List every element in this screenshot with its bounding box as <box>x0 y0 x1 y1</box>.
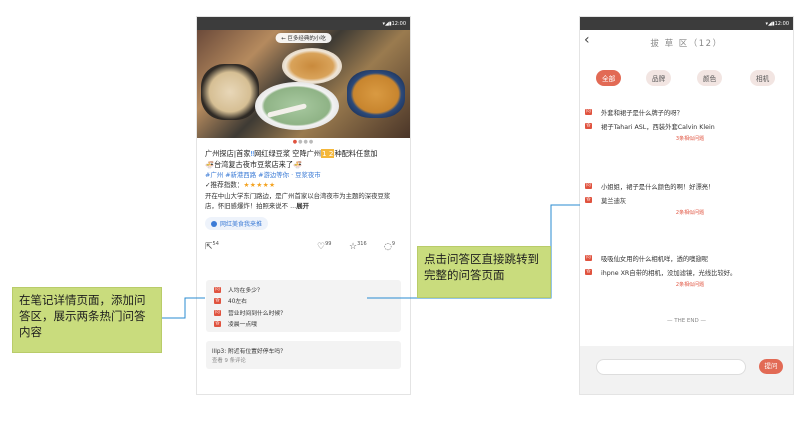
question-badge: 问 <box>214 309 221 316</box>
page-header: ‹ 拔 草 区（12） <box>580 30 793 56</box>
post-title-line2: 🍜台湾复古夜市豆浆店来了🍜 <box>205 160 302 169</box>
comment-icon: ◌ <box>384 241 392 252</box>
post-title: 广州探店|首家‼网红绿豆浆 空降广州1 2种配料任意加 🍜台湾复古夜市豆浆店来了… <box>197 146 410 170</box>
question-badge: 问 <box>214 286 221 293</box>
qa-question-row: 问 吸吸仙女用的什么相机咩，透的噢翅呢 <box>585 251 785 265</box>
status-bar: ▾◢▮12:00 <box>580 17 793 30</box>
post-description: 开在中山大学东门路边，是广州首家以台湾夜市为主题的深夜豆浆店，怀旧感爆炸！拍照来… <box>197 190 410 211</box>
topic-icon <box>211 220 217 227</box>
ask-button[interactable]: 提问 <box>759 359 783 374</box>
post-photo[interactable]: ← 巨多经典的小吃 <box>197 30 410 138</box>
answer-badge: 答 <box>585 269 592 275</box>
qa-question-row: 问 小姐姐，裙子是什么颜色的啊！好漂亮！ <box>585 179 785 193</box>
topic-chip[interactable]: 网红美食我来推 <box>205 217 269 230</box>
favorite-count: 316 <box>357 240 367 247</box>
qa-answer-row: 答 40左右 <box>214 296 247 305</box>
qa-question-text: 外套和裙子是什么牌子的呀？ <box>601 109 683 117</box>
food-plate <box>282 48 342 84</box>
answer-badge: 答 <box>585 123 592 129</box>
carousel-dots: ●●●● <box>197 138 410 146</box>
tab-all[interactable]: 全部 <box>596 70 622 86</box>
qa-page-screen: ▾◢▮12:00 ‹ 拔 草 区（12） 全部 品牌 颜色 相机 问 外套和裙子… <box>579 16 794 395</box>
post-title-part: 网红绿豆浆 空降广州 <box>254 149 322 158</box>
qa-answer-text: 凌晨一点哦 <box>228 322 257 328</box>
post-title-number: 1 2 <box>321 149 335 158</box>
qa-answer-text: 40左右 <box>228 299 247 305</box>
ask-bar: 提问 <box>580 346 793 394</box>
comment-button[interactable]: ◌9 <box>384 241 395 252</box>
question-badge: 问 <box>585 255 592 261</box>
post-title-part: 广州探店|首家 <box>205 149 251 158</box>
like-button[interactable]: ♡99 <box>317 241 331 252</box>
note-detail-screen: ▾◢▮12:00 ← 巨多经典的小吃 ●●●● 广州探店|首家‼网红绿豆浆 空降… <box>196 16 411 395</box>
answer-badge: 答 <box>214 297 221 304</box>
qa-question-row: 问 外套和裙子是什么牌子的呀？ <box>585 105 785 119</box>
like-count: 99 <box>325 240 332 247</box>
question-badge: 问 <box>585 109 592 115</box>
ask-question-input[interactable] <box>596 359 746 375</box>
tab-brand[interactable]: 品牌 <box>646 70 672 86</box>
topic-label: 网红美食我来推 <box>220 221 263 228</box>
status-time: ▾◢▮12:00 <box>765 20 789 27</box>
comment-text: lllp3: 附近有位置好停车吗？ <box>212 349 286 355</box>
qa-answer-text: 裙子Tahari ASL，西装外套Calvin Klein <box>601 123 715 131</box>
qa-answer-text: 莫兰迪灰 <box>601 197 627 205</box>
qa-question-row: 问 营业时间到什么时候？ <box>214 308 286 317</box>
qa-question-row: 问 人均在多少？ <box>214 285 263 294</box>
filter-tabs: 全部 品牌 颜色 相机 <box>580 70 793 96</box>
carousel-dot: ●●● <box>298 139 315 145</box>
status-bar: ▾◢▮12:00 <box>197 17 410 30</box>
answer-badge: 答 <box>214 320 221 327</box>
post-title-part: 种配料任意加 <box>334 149 378 158</box>
qa-answer-row: 答 凌晨一点哦 <box>214 319 257 328</box>
share-button[interactable]: ⇱54 <box>205 241 219 252</box>
qa-question-text: 吸吸仙女用的什么相机咩，透的噢翅呢 <box>601 255 709 263</box>
qa-answer-text: ihpne XR自带的相机，没加滤镜，光线比较好。 <box>601 269 737 277</box>
annotation-right: 点击问答区直接跳转到完整的问答页面 <box>417 246 551 298</box>
similar-questions-link[interactable]: 2条相似问题 <box>585 209 785 216</box>
qa-question-text: 人均在多少？ <box>228 288 263 294</box>
qa-thread[interactable]: 问 外套和裙子是什么牌子的呀？ 答 裙子Tahari ASL，西装外套Calvi… <box>585 105 785 142</box>
similar-questions-link[interactable]: 2条相似问题 <box>585 281 785 288</box>
qa-question-text: 营业时间到什么时候？ <box>228 311 286 317</box>
question-badge: 问 <box>585 183 592 189</box>
food-plate <box>201 64 259 120</box>
answer-badge: 答 <box>585 197 592 203</box>
tab-camera[interactable]: 相机 <box>750 70 776 86</box>
comment-count: 9 <box>391 240 396 247</box>
post-hashtags[interactable]: #广州 #新港西路 #游边等你 · 豆浆夜市 <box>197 170 410 180</box>
end-marker: — THE END — <box>666 318 707 324</box>
page-title: 拔 草 区（12） <box>650 39 723 49</box>
share-icon: ⇱ <box>205 241 213 252</box>
action-bar: ⇱54 ♡99 ☆316 ◌9 <box>197 237 410 259</box>
food-plate <box>347 70 405 118</box>
view-comments-link[interactable]: 查看 9 条评论 <box>212 356 246 364</box>
tab-color[interactable]: 颜色 <box>697 70 723 86</box>
star-icon: ☆ <box>349 241 358 252</box>
heart-icon: ♡ <box>317 241 326 252</box>
qa-answer-row: 答 莫兰迪灰 <box>585 193 785 207</box>
qa-thread[interactable]: 问 小姐姐，裙子是什么颜色的啊！好漂亮！ 答 莫兰迪灰 2条相似问题 <box>585 179 785 216</box>
share-count: 54 <box>212 240 219 247</box>
qa-answer-row: 答 裙子Tahari ASL，西装外套Calvin Klein <box>585 119 785 133</box>
favorite-button[interactable]: ☆316 <box>349 241 367 252</box>
status-time: ▾◢▮12:00 <box>382 20 406 27</box>
qa-answer-row: 答 ihpne XR自带的相机，没加滤镜，光线比较好。 <box>585 265 785 279</box>
qa-question-text: 小姐姐，裙子是什么颜色的啊！好漂亮！ <box>601 183 715 191</box>
annotation-left: 在笔记详情页面，添加问答区，展示两条热门问答内容 <box>12 287 162 353</box>
comment-preview-card[interactable]: lllp3: 附近有位置好停车吗？ 查看 9 条评论 <box>206 341 401 369</box>
qa-thread[interactable]: 问 吸吸仙女用的什么相机咩，透的噢翅呢 答 ihpne XR自带的相机，没加滤镜… <box>585 251 785 288</box>
rating-label: ✓推荐指数： <box>205 181 244 189</box>
post-rating: ✓推荐指数：★★★★★ <box>197 180 410 190</box>
expand-link[interactable]: 展开 <box>296 202 309 210</box>
similar-questions-link[interactable]: 3条相似问题 <box>585 135 785 142</box>
rating-stars: ★★★★★ <box>243 181 276 189</box>
photo-caption-pill[interactable]: ← 巨多经典的小吃 <box>275 33 332 43</box>
qa-preview-card[interactable]: 问 人均在多少？ 答 40左右 问 营业时间到什么时候？ 答 凌晨一点哦 <box>206 280 401 332</box>
